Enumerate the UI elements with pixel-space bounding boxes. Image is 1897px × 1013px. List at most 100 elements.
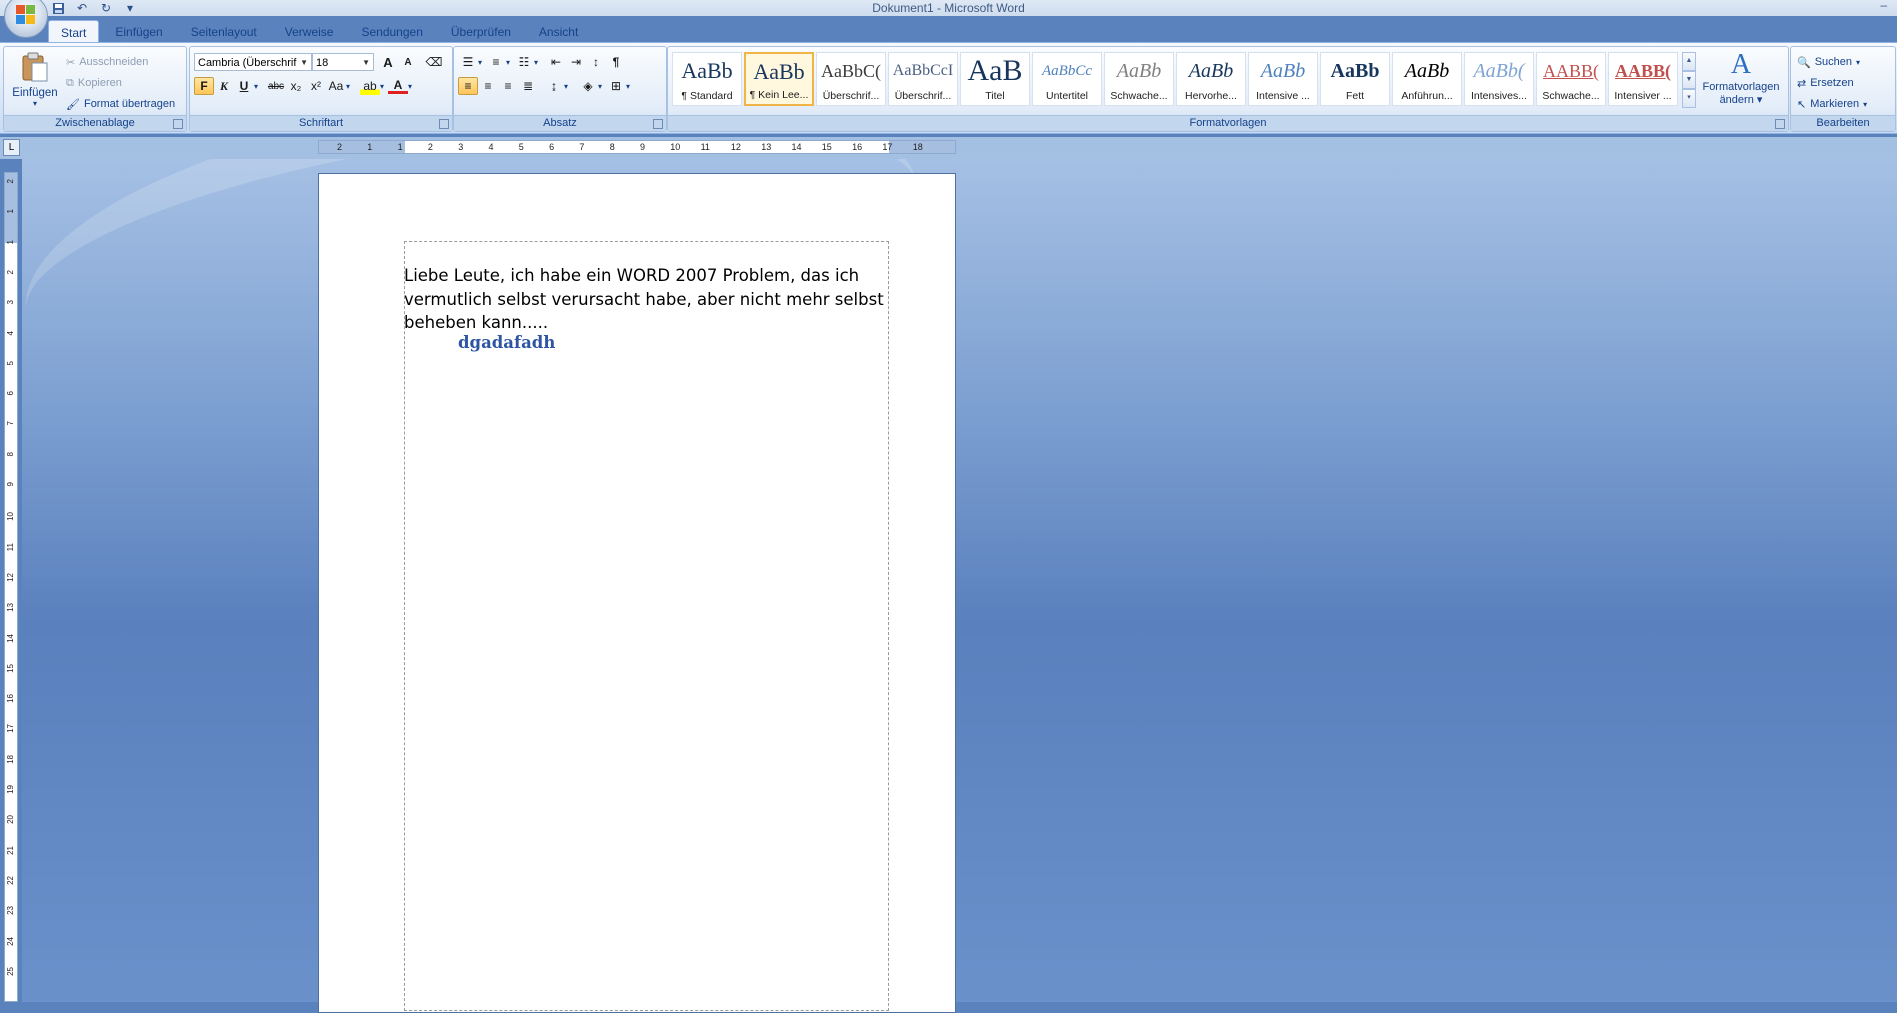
tab-selector[interactable]: L [3, 139, 20, 156]
borders-icon[interactable]: ⊞ [606, 77, 626, 95]
font-size-combo[interactable]: 18 ▼ [312, 53, 374, 71]
style-intense-reference[interactable]: AABB( Intensiver ... [1608, 52, 1678, 106]
horizontal-ruler[interactable]: 2 1 1 2 3 4 5 6 7 8 9 10 11 12 13 14 15 16 17 18 [318, 140, 956, 154]
style-title[interactable]: AaB Titel [960, 52, 1030, 106]
chevron-down-icon[interactable]: ▾ [598, 82, 606, 91]
style-emphasis[interactable]: AaBb Hervorhe... [1176, 52, 1246, 106]
scroll-up-icon[interactable]: ▲ [1682, 52, 1696, 71]
style-sample: AaBb( [1473, 60, 1525, 82]
bullets-icon[interactable]: ☰ [458, 53, 478, 71]
underline-button[interactable]: U [234, 77, 254, 95]
style-name: Fett [1345, 90, 1365, 102]
tab-start[interactable]: Start [48, 20, 100, 43]
superscript-button[interactable]: x² [306, 77, 326, 95]
style-heading-2[interactable]: AaBbCcI Überschrif... [888, 52, 958, 106]
align-center-icon[interactable]: ≡ [478, 77, 498, 95]
ruler-number: 2 [337, 142, 343, 152]
select-button[interactable]: ↖ Markieren ▾ [1797, 95, 1867, 113]
style-strong[interactable]: AaBb Fett [1320, 52, 1390, 106]
chevron-down-icon[interactable]: ▾ [478, 58, 486, 67]
minimize-button[interactable]: – [1880, 0, 1887, 12]
tab-view[interactable]: Ansicht [527, 20, 590, 42]
style-intense-quote[interactable]: AaBb( Intensives... [1464, 52, 1534, 106]
clipboard-launcher-icon[interactable] [173, 119, 183, 129]
style-name: Intensiver ... [1614, 90, 1672, 102]
chevron-down-icon[interactable]: ▾ [564, 82, 572, 91]
style-intense-emphasis[interactable]: AaBb Intensive ... [1248, 52, 1318, 106]
strikethrough-button[interactable]: abc [266, 77, 286, 95]
paragraph-launcher-icon[interactable] [653, 119, 663, 129]
font-name-combo[interactable]: Cambria (Überschrif ▼ [194, 53, 312, 71]
style-heading-1[interactable]: AaBbC( Überschrif... [816, 52, 886, 106]
align-right-icon[interactable]: ≡ [498, 77, 518, 95]
scroll-down-icon[interactable]: ▼ [1682, 70, 1696, 90]
clear-formatting-icon[interactable]: ⌫ [424, 53, 444, 71]
shrink-font-button[interactable]: A [398, 53, 418, 71]
chevron-down-icon: ▾ [1856, 57, 1861, 67]
styles-launcher-icon[interactable] [1775, 119, 1785, 129]
paste-button[interactable]: Einfügen ▾ [9, 50, 61, 112]
change-styles-button[interactable]: A Formatvorlagen ändern ▾ [1696, 49, 1786, 111]
style-sample: AaBbCc [1042, 63, 1092, 79]
numbering-icon[interactable]: ≡ [486, 53, 506, 71]
document-heading[interactable]: dgadafadh [458, 333, 555, 352]
font-launcher-icon[interactable] [439, 119, 449, 129]
align-left-icon[interactable]: ≡ [458, 77, 478, 95]
chevron-down-icon[interactable]: ▾ [408, 82, 416, 91]
style-subtle-reference[interactable]: AABB( Schwache... [1536, 52, 1606, 106]
bold-button[interactable]: F [194, 77, 214, 95]
line-spacing-icon[interactable]: ↨ [544, 77, 564, 95]
chevron-down-icon[interactable]: ▾ [626, 82, 634, 91]
tab-insert[interactable]: Einfügen [103, 20, 174, 42]
grow-font-button[interactable]: A [378, 53, 398, 71]
ruler-number: 13 [6, 603, 15, 613]
style-sample: AaBb [1260, 60, 1306, 82]
italic-button[interactable]: K [214, 77, 234, 95]
select-label: Markieren [1810, 98, 1860, 110]
subscript-button[interactable]: x₂ [286, 77, 306, 95]
multilevel-list-icon[interactable]: ☷ [514, 53, 534, 71]
vertical-ruler[interactable]: 2 1 1 2 3 4 5 6 7 8 9 10 11 12 13 14 15 16 17 18 19 20 21 22 23 2… [4, 172, 18, 1002]
find-label: Suchen [1814, 56, 1853, 68]
tab-references[interactable]: Verweise [273, 20, 346, 42]
sort-icon[interactable]: ↕ [586, 53, 606, 71]
paste-icon [22, 52, 48, 82]
chevron-down-icon[interactable]: ▾ [506, 58, 514, 67]
paste-dropdown-icon[interactable]: ▾ [9, 99, 61, 108]
replace-button[interactable]: ⇄ Ersetzen [1797, 74, 1854, 92]
decrease-indent-icon[interactable]: ⇤ [546, 53, 566, 71]
font-group-label: Schriftart [190, 115, 452, 131]
chevron-down-icon: ▼ [300, 58, 308, 67]
ruler-number: 2 [6, 269, 15, 275]
tab-page-layout[interactable]: Seitenlayout [179, 20, 269, 42]
style-no-spacing[interactable]: AaBb ¶ Kein Lee... [744, 52, 814, 106]
chevron-down-icon[interactable]: ▾ [380, 82, 388, 91]
increase-indent-icon[interactable]: ⇥ [566, 53, 586, 71]
chevron-down-icon[interactable]: ▾ [534, 58, 542, 67]
style-standard[interactable]: AaBb ¶ Standard [672, 52, 742, 106]
tab-review[interactable]: Überprüfen [439, 20, 523, 42]
chevron-down-icon: ▾ [1863, 99, 1868, 109]
font-color-icon[interactable]: A [388, 78, 408, 94]
justify-icon[interactable]: ≣ [518, 77, 538, 95]
text-boundary [404, 241, 889, 1011]
style-subtitle[interactable]: AaBbCc Untertitel [1032, 52, 1102, 106]
tab-mailings[interactable]: Sendungen [349, 20, 434, 42]
office-button[interactable] [4, 0, 48, 38]
chevron-down-icon[interactable]: ▾ [254, 82, 262, 91]
style-quote[interactable]: AaBb Anführun... [1392, 52, 1462, 106]
shading-icon[interactable]: ◈ [578, 77, 598, 95]
change-case-button[interactable]: Aa [326, 77, 346, 95]
format-painter-button[interactable]: 🖌 Format übertragen [66, 95, 175, 113]
chevron-down-icon[interactable]: ▾ [346, 82, 354, 91]
find-button[interactable]: 🔍 Suchen ▾ [1797, 53, 1860, 71]
gallery-more-icon[interactable]: ▾ [1682, 89, 1696, 109]
style-subtle-emphasis[interactable]: AaBb Schwache... [1104, 52, 1174, 106]
document-workspace[interactable] [22, 159, 1897, 1002]
document-paragraph[interactable]: Liebe Leute, ich habe ein WORD 2007 Prob… [404, 264, 884, 335]
show-marks-button[interactable]: ¶ [606, 53, 626, 71]
highlight-icon[interactable]: ab [360, 77, 380, 95]
cut-button[interactable]: ✂ Ausschneiden [66, 53, 148, 71]
ruler-number: 19 [6, 785, 15, 794]
copy-button[interactable]: ⧉ Kopieren [66, 74, 122, 92]
